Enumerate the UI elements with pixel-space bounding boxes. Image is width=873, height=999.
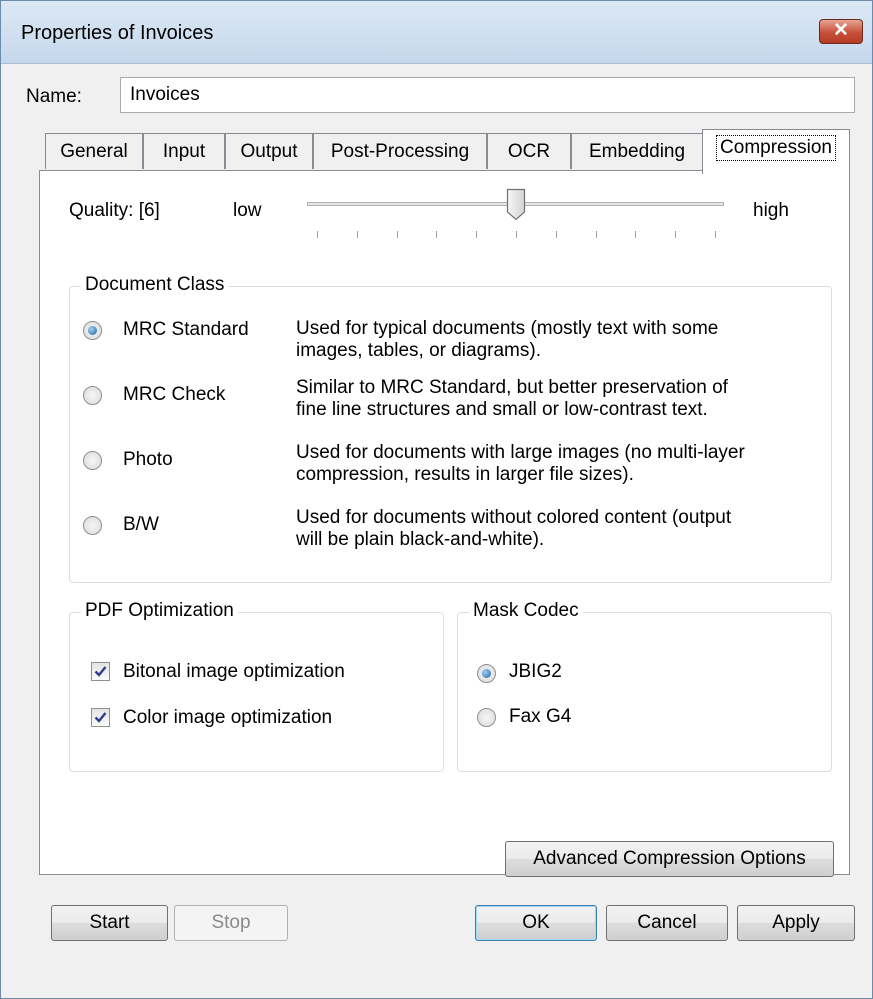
quality-slider-tick xyxy=(356,231,358,238)
advanced-compression-options-button[interactable]: Advanced Compression Options xyxy=(505,841,834,877)
quality-slider-tick xyxy=(516,231,517,238)
photo-desc-line1: Used for documents with large images (no… xyxy=(296,442,745,463)
quality-slider-tick xyxy=(555,231,557,238)
quality-slider-tick xyxy=(635,231,637,238)
bw-description: Used for documents without colored conte… xyxy=(296,507,731,551)
mrc-check-desc-line1: Similar to MRC Standard, but better pres… xyxy=(296,377,728,398)
quality-slider-thumb[interactable] xyxy=(506,188,526,221)
panel-content: Quality: [6] low high Document Class MRC… xyxy=(1,1,872,998)
photo-desc-line2: compression, results in larger file size… xyxy=(296,464,634,485)
fax-g4-radio[interactable] xyxy=(477,708,496,727)
photo-description: Used for documents with large images (no… xyxy=(296,442,745,486)
quality-slider-tick xyxy=(436,231,438,238)
mrc-standard-radio[interactable] xyxy=(83,321,102,340)
properties-dialog: Properties of Invoices ✕ Name: Invoices … xyxy=(0,0,873,999)
photo-radio[interactable] xyxy=(83,451,102,470)
mrc-standard-label[interactable]: MRC Standard xyxy=(123,319,249,341)
bw-label[interactable]: B/W xyxy=(123,514,159,536)
quality-slider-tick xyxy=(675,231,677,238)
quality-slider-tick xyxy=(715,231,716,238)
mrc-standard-desc-line1: Used for typical documents (mostly text … xyxy=(296,318,719,339)
bw-radio[interactable] xyxy=(83,516,102,535)
bw-desc-line2: will be plain black-and-white). xyxy=(296,529,545,550)
photo-label[interactable]: Photo xyxy=(123,449,173,471)
checkmark-icon xyxy=(94,712,107,723)
mrc-check-radio[interactable] xyxy=(83,386,102,405)
quality-low-label: low xyxy=(233,200,262,221)
pdf-optimization-title: PDF Optimization xyxy=(81,600,238,622)
document-class-title: Document Class xyxy=(81,274,229,296)
jbig2-label[interactable]: JBIG2 xyxy=(509,661,562,683)
pdf-optimization-group xyxy=(69,612,444,772)
bw-desc-line1: Used for documents without colored conte… xyxy=(296,507,732,528)
color-label[interactable]: Color image optimization xyxy=(123,707,332,729)
quality-slider-tick xyxy=(476,231,478,238)
fax-g4-label[interactable]: Fax G4 xyxy=(509,706,571,728)
mask-codec-group xyxy=(457,612,832,772)
bitonal-checkbox[interactable] xyxy=(91,662,110,681)
quality-label: Quality: [6] xyxy=(69,200,160,221)
quality-high-label: high xyxy=(753,200,789,221)
jbig2-radio[interactable] xyxy=(477,664,496,683)
mrc-standard-desc-line2: images, tables, or diagrams). xyxy=(296,340,541,361)
color-checkbox[interactable] xyxy=(91,708,110,727)
checkmark-icon xyxy=(94,666,107,677)
quality-slider-tick xyxy=(595,231,597,238)
mrc-check-label[interactable]: MRC Check xyxy=(123,384,225,406)
mrc-standard-description: Used for typical documents (mostly text … xyxy=(296,318,718,362)
mask-codec-title: Mask Codec xyxy=(469,600,583,622)
quality-slider-tick xyxy=(396,231,398,238)
quality-slider-tick xyxy=(317,231,318,238)
mrc-check-desc-line2: fine line structures and small or low-co… xyxy=(296,399,708,420)
bitonal-label[interactable]: Bitonal image optimization xyxy=(123,661,345,683)
mrc-check-description: Similar to MRC Standard, but better pres… xyxy=(296,377,728,421)
